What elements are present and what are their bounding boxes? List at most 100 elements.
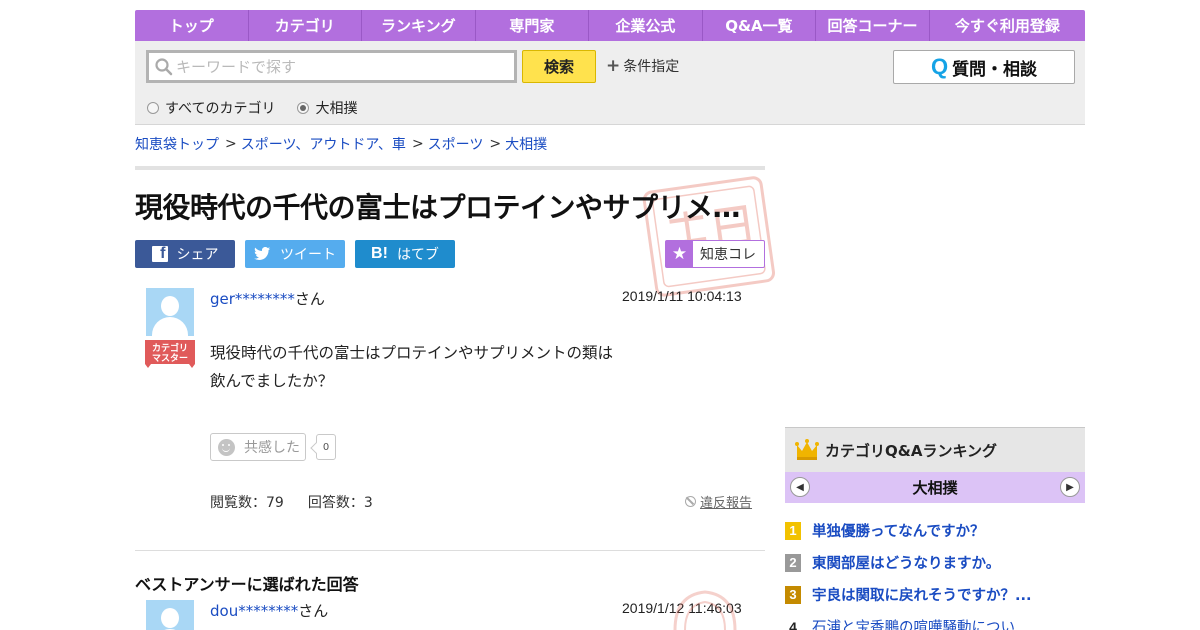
- ranking-category: 大相撲: [912, 479, 958, 497]
- ranking-item[interactable]: 3 宇良は関取に戻れそうですか？...: [785, 584, 1085, 605]
- answer-author-link[interactable]: dou********: [210, 602, 298, 620]
- avatar-head: [161, 296, 179, 316]
- share-hatena-button[interactable]: B! はてブ: [355, 240, 455, 268]
- share-hatena-label: はてブ: [396, 247, 439, 263]
- ranking-item[interactable]: 4 石浦と宝香鵬の喧嘩騒動につい...: [785, 616, 1085, 630]
- search-input[interactable]: [176, 57, 496, 76]
- search-box: [146, 50, 517, 83]
- avatar[interactable]: [146, 288, 194, 336]
- ask-question-label: 質問・相談: [952, 59, 1038, 80]
- avatar-body: [152, 317, 188, 336]
- breadcrumb-link-top[interactable]: 知恵袋トップ: [135, 134, 219, 154]
- facebook-icon: f: [151, 246, 168, 262]
- question-author-link[interactable]: ger********: [210, 290, 295, 308]
- best-answer-stamp-icon: [673, 590, 737, 630]
- breadcrumb-link-sports[interactable]: スポーツ: [428, 134, 484, 154]
- rank-number: 4: [789, 618, 797, 630]
- honorific: さん: [298, 602, 329, 620]
- chevron-right-icon[interactable]: ▶: [1060, 477, 1080, 497]
- share-twitter-label: ツイート: [280, 247, 336, 263]
- question-body-line: 現役時代の千代の富士はプロテインやサプリメントの類は: [210, 344, 614, 362]
- breadcrumb-separator: >: [489, 136, 502, 152]
- search-icon: [155, 57, 173, 75]
- ranking-item[interactable]: 1 単独優勝ってなんですか？: [785, 520, 1085, 541]
- question-title: 現役時代の千代の富士はプロテインやサプリメ…: [135, 191, 741, 224]
- rank-number-badge: 3: [785, 585, 801, 604]
- report-link[interactable]: 違反報告: [685, 492, 752, 511]
- radio-current-label: 大相撲: [315, 101, 358, 117]
- honorific: さん: [294, 290, 325, 308]
- empathy-label: 共感した: [244, 440, 300, 456]
- question-body-line: 飲んでましたか？: [210, 372, 334, 390]
- ranking-item[interactable]: 2 東関部屋はどうなりますか。: [785, 552, 1085, 573]
- ranking-item-text: 東関部屋はどうなりますか。: [812, 556, 1001, 572]
- smile-icon: [218, 438, 235, 456]
- ask-question-button[interactable]: Q 質問・相談: [893, 50, 1075, 84]
- nav-item-register[interactable]: 今すぐ利用登録: [930, 10, 1085, 41]
- question-body: 現役時代の千代の富士はプロテインやサプリメントの類は 飲んでましたか？: [210, 339, 730, 395]
- rank-number-badge: 2: [785, 553, 801, 572]
- nav-item-experts[interactable]: 専門家: [476, 10, 590, 41]
- answer-author: dou********さん: [210, 600, 328, 621]
- q-logo-icon: Q: [930, 54, 949, 79]
- ranking-item-text: 単独優勝ってなんですか？: [812, 524, 985, 540]
- empathy-count-value: 0: [322, 441, 330, 453]
- nav-item-ranking[interactable]: ランキング: [362, 10, 476, 41]
- breadcrumb-separator: >: [225, 136, 237, 152]
- question-stats: 閲覧数：79 回答数：3: [210, 492, 397, 512]
- divider: [135, 166, 765, 170]
- share-facebook-button[interactable]: f シェア: [135, 240, 235, 268]
- divider: [135, 550, 765, 551]
- hatena-bookmark-icon: B!: [371, 245, 388, 262]
- chevron-left-icon[interactable]: ◀: [790, 477, 810, 497]
- view-count: 閲覧数：79: [210, 495, 284, 511]
- chie-colle-label: 知恵コレ: [700, 247, 756, 263]
- ranking-header: カテゴリQ&Aランキング: [785, 427, 1085, 472]
- ranking-item-text: 石浦と宝香鵬の喧嘩騒動につい...: [812, 620, 1029, 630]
- search-area: 検索 + 条件指定 Q 質問・相談 すべてのカテゴリ 大相撲: [135, 41, 1085, 125]
- conditions-toggle[interactable]: + 条件指定: [606, 56, 679, 76]
- category-master-badge-icon: カテゴリ マスター: [145, 340, 195, 368]
- plus-icon: +: [606, 56, 621, 76]
- search-button[interactable]: 検索: [522, 50, 596, 83]
- breadcrumb-link-sports-outdoor[interactable]: スポーツ、アウトドア、車: [241, 134, 406, 154]
- empathy-button[interactable]: 共感した: [210, 433, 306, 461]
- star-icon: ★: [666, 241, 693, 267]
- question-date: 2019/1/11 10:04:13: [622, 288, 742, 304]
- answer-count: 回答数：3: [307, 495, 373, 511]
- badge-text-line2: マスター: [152, 352, 188, 364]
- radio-all-label: すべてのカテゴリ: [165, 101, 276, 117]
- breadcrumb-separator: >: [411, 136, 424, 152]
- scope-radios: すべてのカテゴリ 大相撲: [147, 98, 379, 118]
- report-label: 違反報告: [700, 496, 753, 511]
- global-nav: トップ カテゴリ ランキング 専門家 企業公式 Q&A一覧 回答コーナー 今すぐ…: [135, 10, 1085, 41]
- radio-all-categories[interactable]: すべてのカテゴリ: [147, 98, 275, 118]
- conditions-label: 条件指定: [623, 59, 680, 75]
- nav-item-answer-corner[interactable]: 回答コーナー: [816, 10, 930, 41]
- ranking-title: カテゴリQ&Aランキング: [825, 441, 997, 460]
- avatar[interactable]: [146, 600, 194, 630]
- nav-item-top[interactable]: トップ: [135, 10, 249, 41]
- rank-number-badge: 1: [785, 521, 801, 540]
- question-author: ger********さん: [210, 288, 325, 309]
- badge-text-line1: カテゴリ: [152, 342, 188, 354]
- nav-item-official[interactable]: 企業公式: [589, 10, 703, 41]
- chie-colle-button[interactable]: ★ 知恵コレ: [665, 240, 765, 268]
- radio-unselected-icon: [147, 102, 159, 114]
- ranking-category-bar: ◀ 大相撲 ▶: [785, 472, 1085, 503]
- share-twitter-button[interactable]: ツイート: [245, 240, 345, 268]
- breadcrumb-link-sumo[interactable]: 大相撲: [505, 134, 547, 154]
- twitter-bird-icon: [254, 247, 271, 261]
- share-facebook-label: シェア: [176, 247, 219, 263]
- crown-icon: [795, 439, 819, 460]
- avatar-head: [161, 608, 179, 628]
- breadcrumb: 知恵袋トップ > スポーツ、アウトドア、車 > スポーツ > 大相撲: [135, 134, 547, 154]
- nav-item-qa-list[interactable]: Q&A一覧: [703, 10, 817, 41]
- best-answer-heading: ベストアンサーに選ばれた回答: [135, 575, 359, 594]
- ranking-item-text: 宇良は関取に戻れそうですか？...: [812, 588, 1032, 604]
- empathy-count: 0: [316, 434, 336, 460]
- prohibited-icon: [685, 496, 696, 507]
- radio-current-category[interactable]: 大相撲: [297, 98, 357, 118]
- radio-selected-icon: [297, 102, 310, 114]
- nav-item-category[interactable]: カテゴリ: [249, 10, 363, 41]
